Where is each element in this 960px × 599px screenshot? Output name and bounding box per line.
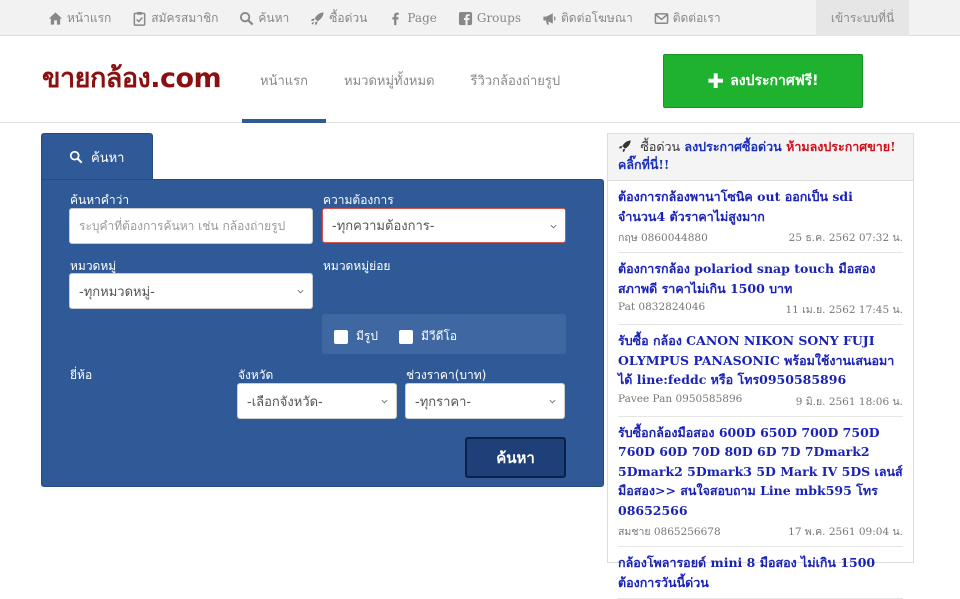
search-icon xyxy=(239,11,254,26)
keyword-input[interactable]: ระบุคำที่ต้องการค้นหา เช่น กล้องถ่ายรูป xyxy=(69,208,313,244)
chevron-down-icon xyxy=(549,399,556,404)
item-author: กฤษ 0860044880 xyxy=(618,232,708,244)
media-filter-box: มีรูป มีวีดีโอ xyxy=(322,314,566,354)
chevron-down-icon xyxy=(297,289,304,294)
price-select[interactable]: -ทุกราคา- xyxy=(405,383,565,419)
item-author: สมชาย 0865256678 xyxy=(618,526,721,538)
envelope-icon xyxy=(654,11,669,26)
topnav-home[interactable]: หน้าแรก xyxy=(48,9,111,28)
sidebar-header[interactable]: ซื้อด่วน ลงประกาศซื้อด่วน ห้ามลงประกาศขา… xyxy=(608,134,913,181)
clipboard-icon xyxy=(132,11,147,26)
item-title[interactable]: รับซื้อ กล้อง CANON NIKON SONY FUJI OLYM… xyxy=(618,331,903,390)
chevron-down-icon xyxy=(381,399,388,404)
search-submit-button[interactable]: ค้นหา xyxy=(465,437,566,478)
site-logo[interactable]: ขายกล้อง.com xyxy=(42,56,222,99)
facebook-square-icon xyxy=(458,11,473,26)
item-date: 11 เม.ย. 2562 17:45 น. xyxy=(785,304,903,316)
item-date: 9 มิ.ย. 2561 18:06 น. xyxy=(795,395,903,408)
nav-home[interactable]: หน้าแรก xyxy=(242,37,326,123)
need-select[interactable]: -ทุกความต้องการ- xyxy=(322,208,566,243)
list-item[interactable]: รับซื้อ กล้อง CANON NIKON SONY FUJI OLYM… xyxy=(618,325,903,417)
item-title[interactable]: รับซื้อกล้องมือสอง 600D 650D 700D 750D 7… xyxy=(618,423,903,521)
rocket-icon xyxy=(618,139,632,153)
topnav-urgent-buy[interactable]: ซื้อด่วน xyxy=(310,9,367,28)
search-panel: ค้นหาคำว่า ระบุคำที่ต้องการค้นหา เช่น กล… xyxy=(41,179,604,487)
item-title[interactable]: กล้องโพลารอยด์ mini 8 มือสอง ไม่เกิน 150… xyxy=(618,553,903,592)
rocket-icon xyxy=(310,11,325,26)
province-select[interactable]: -เลือกจังหวัด- xyxy=(237,383,397,419)
list-item[interactable]: ต้องการกล้อง polariod snap touch มือสอง … xyxy=(618,253,903,325)
site-header: ขายกล้อง.com หน้าแรก หมวดหมู่ทั้งหมด รีว… xyxy=(0,37,960,123)
list-item[interactable]: ต้องการกล้องพานาโซนิค out ออกเป็น sdi จำ… xyxy=(618,181,903,253)
item-date: 17 พ.ค. 2561 09:04 น. xyxy=(788,526,903,538)
topnav-contact[interactable]: ติดต่อเรา xyxy=(654,9,721,28)
megaphone-icon xyxy=(542,11,557,26)
has-photo-checkbox[interactable]: มีรูป xyxy=(334,327,378,346)
post-free-ad-button[interactable]: ✚ ลงประกาศฟรี! xyxy=(663,54,863,108)
list-item[interactable]: รับซื้อกล้องมือสอง 600D 650D 700D 750D 7… xyxy=(618,417,903,547)
item-author: Pavee Pan 0950585896 xyxy=(618,392,743,405)
has-video-checkbox[interactable]: มีวีดีโอ xyxy=(399,327,457,346)
main-nav: หน้าแรก หมวดหมู่ทั้งหมด รีวิวกล้องถ่ายรู… xyxy=(242,37,578,123)
top-bar: หน้าแรก สมัครสมาชิก ค้นหา ซื้อด่วน Page … xyxy=(0,0,960,36)
nav-camera-reviews[interactable]: รีวิวกล้องถ่ายรูป xyxy=(453,37,579,123)
topnav-facebook-groups[interactable]: Groups xyxy=(458,11,521,26)
subcategory-label: หมวดหมู่ย่อย xyxy=(323,259,391,273)
topnav-register[interactable]: สมัครสมาชิก xyxy=(132,9,218,28)
urgent-buy-sidebar: ซื้อด่วน ลงประกาศซื้อด่วน ห้ามลงประกาศขา… xyxy=(607,133,914,599)
search-tab[interactable]: ค้นหา xyxy=(41,133,153,180)
nav-all-categories[interactable]: หมวดหมู่ทั้งหมด xyxy=(326,37,453,123)
brand-label: ยี่ห้อ xyxy=(70,368,93,382)
top-nav: หน้าแรก สมัครสมาชิก ค้นหา ซื้อด่วน Page … xyxy=(48,0,742,36)
item-title[interactable]: ต้องการกล้องพานาโซนิค out ออกเป็น sdi จำ… xyxy=(618,187,903,226)
urgent-buy-list: ต้องการกล้องพานาโซนิค out ออกเป็น sdi จำ… xyxy=(608,181,913,599)
facebook-icon xyxy=(388,11,403,26)
item-title[interactable]: ต้องการกล้อง polariod snap touch มือสอง … xyxy=(618,259,903,298)
category-select[interactable]: -ทุกหมวดหมู่- xyxy=(69,273,313,309)
topnav-advertise[interactable]: ติดต่อโฆษณา xyxy=(542,9,633,28)
item-author: Pat 0832824046 xyxy=(618,301,706,313)
list-item[interactable]: กล้องโพลารอยด์ mini 8 มือสอง ไม่เกิน 150… xyxy=(618,547,903,599)
topnav-facebook-page[interactable]: Page xyxy=(388,11,437,26)
search-icon xyxy=(69,150,83,164)
chevron-down-icon xyxy=(550,224,557,229)
item-date: 25 ธ.ค. 2562 07:32 น. xyxy=(788,232,903,244)
plus-icon: ✚ xyxy=(707,69,725,93)
topnav-search[interactable]: ค้นหา xyxy=(239,9,289,28)
login-button[interactable]: เข้าระบบที่นี่ xyxy=(816,0,909,36)
home-icon xyxy=(48,11,63,26)
